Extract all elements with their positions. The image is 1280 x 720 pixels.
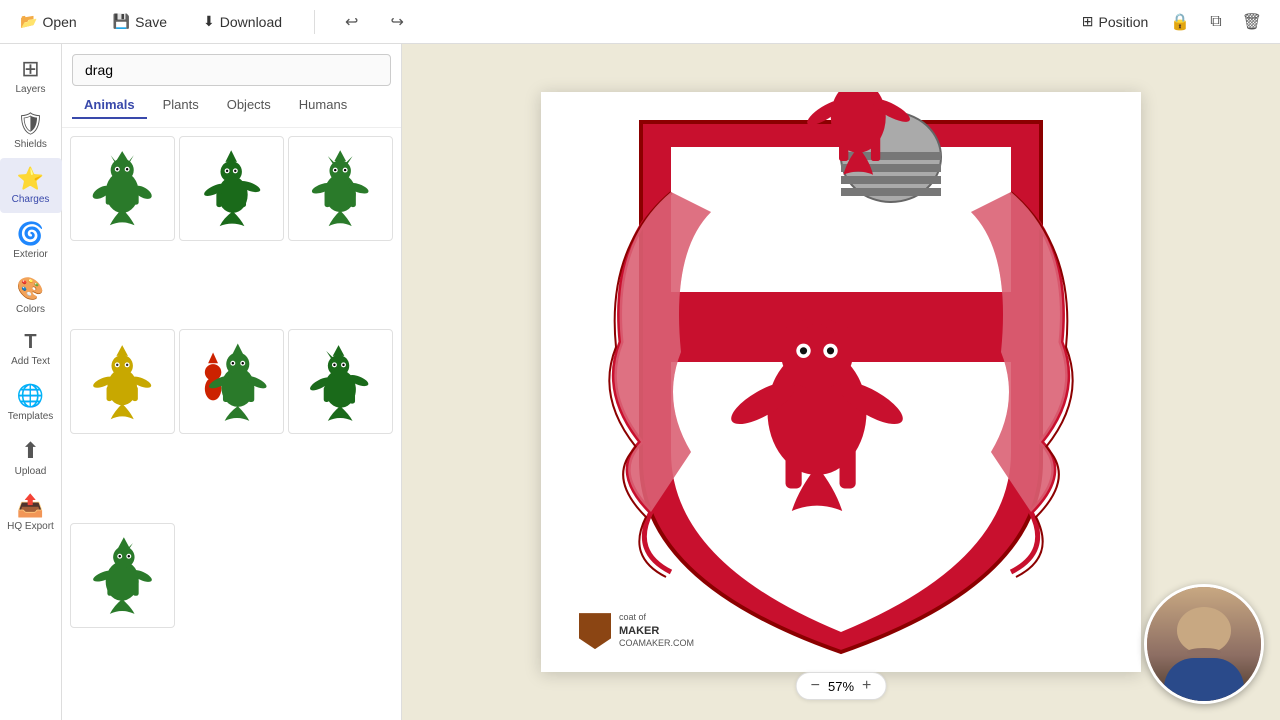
charges-icon: ⭐	[17, 166, 44, 192]
charges-panel: Animals Plants Objects Humans	[62, 44, 402, 720]
charge-item-dragon6[interactable]	[288, 329, 393, 434]
tab-animals[interactable]: Animals	[72, 92, 147, 119]
video-avatar	[1144, 584, 1264, 704]
sidebar-item-charges[interactable]: ⭐ Charges	[0, 158, 62, 213]
category-tabs: Animals Plants Objects Humans	[62, 92, 401, 128]
charges-grid	[62, 128, 401, 720]
avatar-head	[1177, 607, 1231, 654]
main-area: ⊞ Layers 🛡 Shields ⭐ Charges 🌀 Exterior …	[0, 44, 1280, 720]
delete-button[interactable]: 🗑	[1236, 8, 1268, 36]
sidebar-item-upload[interactable]: ⬆ Upload	[0, 430, 62, 485]
position-button[interactable]: ⊞ Position	[1074, 9, 1157, 34]
download-icon: ⬇	[203, 13, 215, 30]
open-button[interactable]: 📂 Open	[12, 9, 85, 34]
tab-objects[interactable]: Objects	[215, 92, 283, 119]
position-icon: ⊞	[1082, 13, 1094, 30]
save-button[interactable]: 💾 Save	[105, 9, 175, 34]
charge-item-dragon7[interactable]	[70, 523, 175, 628]
toolbar-right: ⊞ Position 🔒 ⧉ 🗑	[1074, 8, 1268, 36]
templates-icon: 🌐	[17, 383, 44, 409]
undo-button[interactable]: ↩	[339, 8, 364, 36]
add-text-icon: T	[24, 331, 36, 354]
sidebar-item-templates[interactable]: 🌐 Templates	[0, 375, 62, 430]
download-button[interactable]: ⬇ Download	[195, 9, 290, 34]
hq-export-icon: 📤	[17, 493, 44, 519]
sidebar-item-colors[interactable]: 🎨 Colors	[0, 268, 62, 323]
sidebar-item-hq-export[interactable]: 📤 HQ Export	[0, 485, 62, 540]
sidebar-item-layers[interactable]: ⊞ Layers	[0, 48, 62, 103]
lock-icon-button[interactable]: 🔒	[1164, 8, 1196, 36]
charge-item-dragon2[interactable]	[179, 136, 284, 241]
avatar-body	[1164, 658, 1244, 701]
shields-icon: 🛡	[17, 111, 45, 137]
charge-item-dragon3[interactable]	[288, 136, 393, 241]
toolbar: 📂 Open 💾 Save ⬇ Download ↩ ↪ ⊞ Position …	[0, 0, 1280, 44]
copy-button[interactable]: ⧉	[1204, 9, 1227, 35]
coat-of-arms-canvas[interactable]: coat of MAKER COAMAKER.COM	[541, 92, 1141, 672]
toolbar-separator	[314, 10, 315, 34]
open-icon: 📂	[20, 13, 37, 30]
colors-icon: 🎨	[17, 276, 44, 302]
sidebar-icons: ⊞ Layers 🛡 Shields ⭐ Charges 🌀 Exterior …	[0, 44, 62, 720]
sidebar-item-shields[interactable]: 🛡 Shields	[0, 103, 62, 158]
watermark-shield	[579, 613, 611, 649]
redo-button[interactable]: ↪	[384, 8, 409, 36]
sidebar-item-exterior[interactable]: 🌀 Exterior	[0, 213, 62, 268]
exterior-icon: 🌀	[17, 221, 44, 247]
watermark: coat of MAKER COAMAKER.COM	[571, 608, 702, 654]
sidebar-item-add-text[interactable]: T Add Text	[0, 323, 62, 375]
upload-icon: ⬆	[21, 438, 39, 464]
charge-item-dragon4-yellow[interactable]	[70, 329, 175, 434]
coat-of-arms-svg	[541, 92, 1141, 672]
charge-item-dragon5[interactable]	[179, 329, 284, 434]
zoom-out-button[interactable]: −	[809, 677, 822, 695]
zoom-in-button[interactable]: +	[860, 677, 873, 695]
charge-item-dragon1[interactable]	[70, 136, 175, 241]
tab-plants[interactable]: Plants	[151, 92, 211, 119]
zoom-bar: − 57% +	[796, 672, 887, 700]
avatar-person	[1147, 587, 1261, 701]
watermark-text: coat of MAKER COAMAKER.COM	[619, 612, 694, 650]
search-bar	[62, 44, 401, 92]
tab-humans[interactable]: Humans	[287, 92, 359, 119]
search-input[interactable]	[72, 54, 391, 86]
zoom-level: 57%	[828, 679, 854, 694]
save-icon: 💾	[113, 13, 130, 30]
layers-icon: ⊞	[21, 56, 39, 82]
canvas-area[interactable]: coat of MAKER COAMAKER.COM − 57% +	[402, 44, 1280, 720]
